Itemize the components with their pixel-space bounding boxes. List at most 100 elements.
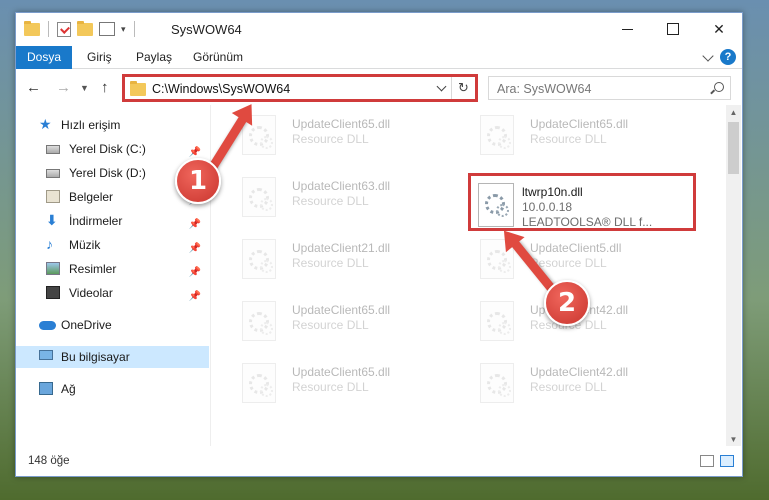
file-name: UpdateClient42.dll	[530, 365, 629, 379]
file-name: UpdateClient65.dll	[292, 117, 391, 131]
file-name: UpdateClient5.dll	[530, 241, 622, 255]
search-box[interactable]: Ara: SysWOW64	[488, 76, 731, 100]
tab-file[interactable]: Dosya	[16, 46, 72, 69]
search-icon[interactable]	[714, 82, 724, 92]
large-icons-view-icon[interactable]	[720, 455, 734, 467]
file-tile[interactable]: UpdateClient65.dll Resource DLL	[222, 297, 442, 345]
file-tile[interactable]: UpdateClient5.dll Resource DLL	[460, 235, 680, 283]
search-placeholder: Ara: SysWOW64	[497, 82, 592, 96]
scroll-down-icon[interactable]: ▼	[726, 432, 741, 447]
close-button[interactable]	[696, 13, 742, 45]
file-description: Resource DLL	[292, 194, 369, 208]
details-view-icon[interactable]	[700, 455, 714, 467]
nav-item-label: Resimler	[69, 262, 117, 276]
nav-item-onedrive[interactable]: OneDrive	[16, 314, 209, 336]
expand-ribbon-chevron-icon[interactable]	[702, 50, 714, 62]
file-description: Resource DLL	[530, 132, 607, 146]
file-tile[interactable]: UpdateClient63.dll Resource DLL	[222, 173, 442, 221]
vertical-scrollbar[interactable]: ▲ ▼	[726, 105, 741, 447]
folder-icon	[24, 20, 40, 36]
dll-file-icon	[480, 301, 514, 341]
file-highlight-box	[468, 173, 696, 231]
file-description: Resource DLL	[292, 132, 369, 146]
file-name: UpdateClient65.dll	[292, 365, 391, 379]
dll-file-icon	[242, 177, 276, 217]
toolbar-separator	[133, 21, 135, 37]
nav-item-this-pc[interactable]: Bu bilgisayar	[16, 346, 209, 368]
file-name: UpdateClient21.dll	[292, 241, 391, 255]
drive-icon	[46, 145, 60, 154]
scroll-thumb[interactable]	[728, 122, 739, 174]
pin-icon: 📌	[188, 243, 201, 254]
scroll-up-icon[interactable]: ▲	[726, 105, 741, 120]
nav-item-label: Hızlı erişim	[61, 118, 121, 132]
nav-item-local-disk-c[interactable]: Yerel Disk (C:) 📌	[16, 138, 209, 160]
nav-item-label: Yerel Disk (C:)	[69, 142, 146, 156]
nav-item-label: OneDrive	[61, 318, 112, 332]
ribbon-tabs: Dosya Giriş Paylaş Görünüm ?	[16, 46, 742, 69]
nav-item-label: Belgeler	[69, 190, 114, 204]
forward-arrow-icon[interactable]: →	[56, 79, 71, 96]
tab-share[interactable]: Paylaş	[136, 46, 172, 69]
properties-check-icon[interactable]	[57, 21, 71, 37]
nav-item-music[interactable]: ♪ Müzik 📌	[16, 234, 209, 256]
nav-item-pictures[interactable]: Resimler 📌	[16, 258, 209, 280]
title-bar: ▾ SysWOW64	[16, 13, 742, 45]
up-arrow-icon[interactable]: ↑	[101, 79, 109, 96]
annotation-badge-1: 1	[175, 158, 221, 204]
file-list: UpdateClient65.dll Resource DLL UpdateCl…	[212, 105, 727, 447]
pin-icon: 📌	[188, 219, 201, 230]
nav-item-videos[interactable]: Videolar 📌	[16, 282, 209, 304]
nav-item-label: Bu bilgisayar	[61, 350, 130, 364]
customize-toolbar-icon[interactable]: ▾	[121, 24, 126, 35]
pictures-icon	[46, 262, 60, 275]
toolbar-separator	[48, 21, 49, 37]
videos-icon	[46, 286, 60, 299]
maximize-button[interactable]	[650, 13, 696, 45]
nav-item-label: İndirmeler	[69, 214, 123, 228]
dll-file-icon	[242, 239, 276, 279]
nav-item-label: Müzik	[69, 238, 101, 252]
minimize-button[interactable]	[604, 13, 650, 45]
network-icon	[39, 382, 53, 395]
status-bar: 148 öğe	[16, 446, 742, 476]
item-count: 148 öğe	[28, 455, 70, 467]
dll-file-icon	[480, 115, 514, 155]
file-description: Resource DLL	[530, 256, 607, 270]
nav-item-label: Ağ	[61, 382, 76, 396]
window-title: SysWOW64	[171, 22, 242, 37]
navigation-bar: ← → ▼ ↑ C:\Windows\SysWOW64 ↻ Ara: SysWO…	[16, 70, 742, 104]
recent-locations-chevron-icon[interactable]: ▼	[80, 83, 89, 93]
nav-item-label: Yerel Disk (D:)	[69, 166, 146, 180]
file-tile[interactable]: UpdateClient65.dll Resource DLL	[460, 111, 680, 159]
nav-item-label: Videolar	[69, 286, 113, 300]
documents-icon	[46, 190, 60, 203]
new-folder-icon[interactable]	[77, 20, 93, 36]
tab-view[interactable]: Görünüm	[193, 46, 243, 69]
file-name: UpdateClient65.dll	[292, 303, 391, 317]
file-tile[interactable]: UpdateClient42.dll Resource DLL	[460, 359, 680, 407]
address-bar-highlight	[122, 74, 478, 102]
file-tile[interactable]: UpdateClient65.dll Resource DLL	[222, 359, 442, 407]
nav-item-network[interactable]: Ağ	[16, 378, 209, 400]
file-description: Resource DLL	[530, 380, 607, 394]
file-tile[interactable]: UpdateClient21.dll Resource DLL	[222, 235, 442, 283]
dll-file-icon	[242, 301, 276, 341]
back-arrow-icon[interactable]: ←	[26, 79, 41, 96]
help-icon[interactable]: ?	[720, 49, 736, 65]
pin-icon: 📌	[188, 291, 201, 302]
annotation-badge-2: 2	[544, 280, 590, 326]
computer-icon	[39, 350, 53, 360]
file-description: Resource DLL	[292, 256, 369, 270]
nav-item-quick-access[interactable]: ★ Hızlı erişim	[16, 114, 209, 136]
quick-access-toolbar: ▾	[24, 20, 137, 37]
file-description: Resource DLL	[292, 318, 369, 332]
download-icon: ⬇	[46, 212, 58, 228]
nav-item-downloads[interactable]: ⬇ İndirmeler 📌	[16, 210, 209, 232]
file-name: UpdateClient63.dll	[292, 179, 391, 193]
explorer-window: ▾ SysWOW64 Dosya Giriş Paylaş Görünüm ? …	[15, 12, 743, 477]
rename-icon[interactable]	[99, 22, 115, 36]
pin-icon: 📌	[188, 267, 201, 278]
tab-home[interactable]: Giriş	[87, 46, 112, 69]
file-name: UpdateClient65.dll	[530, 117, 629, 131]
